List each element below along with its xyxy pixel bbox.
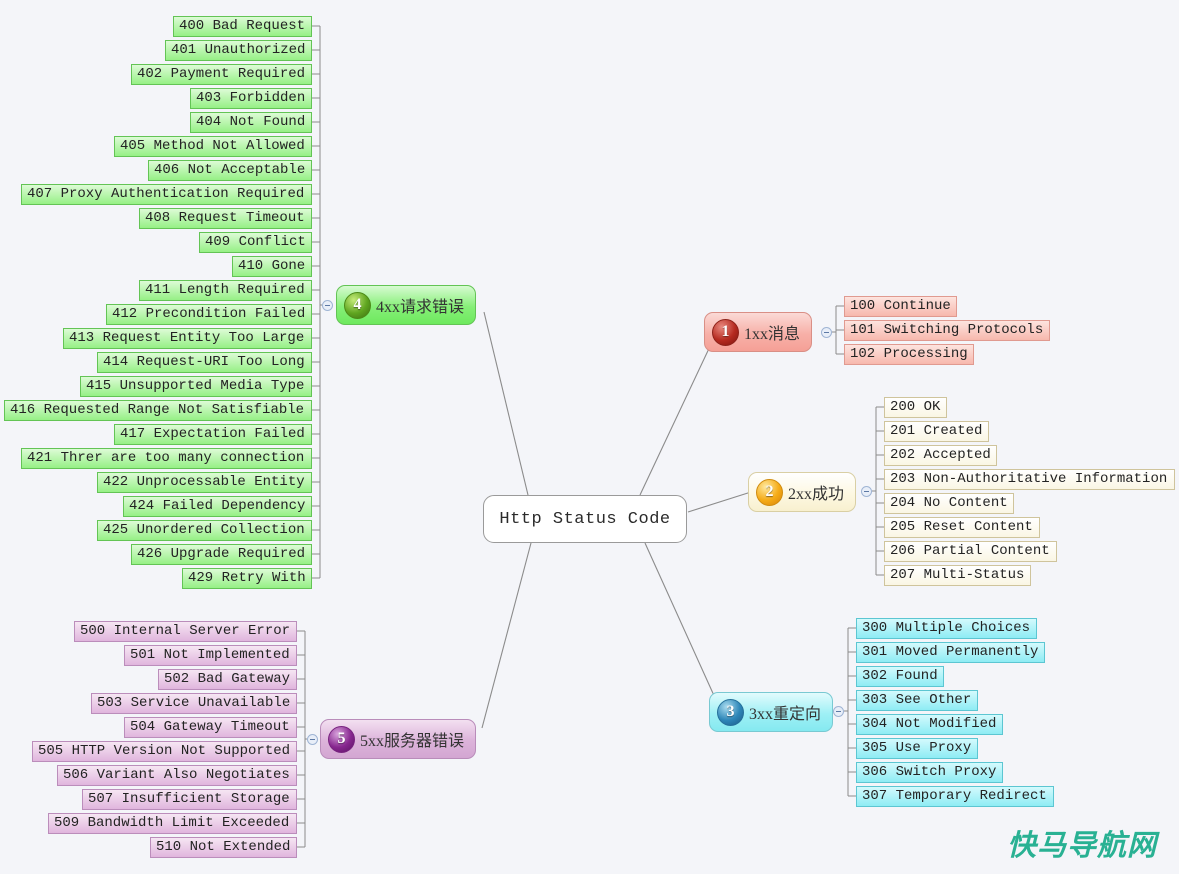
leaf-node[interactable]: 403 Forbidden [190,88,312,109]
wire-center-1xx [639,339,714,496]
leaf-node[interactable]: 421 Threr are too many connection [21,448,312,469]
leaf-node[interactable]: 201 Created [884,421,989,442]
leaf-node[interactable]: 506 Variant Also Negotiates [57,765,297,786]
leaf-node[interactable]: 301 Moved Permanently [856,642,1045,663]
badge-5: 5 [328,725,355,753]
leaf-node[interactable]: 100 Continue [844,296,957,317]
leaf-node[interactable]: 400 Bad Request [173,16,312,37]
leaf-node[interactable]: 505 HTTP Version Not Supported [32,741,297,762]
branch-node-3xx[interactable]: 3 3xx重定向 [709,692,834,732]
collapse-toggle-4xx[interactable] [322,300,333,311]
leaf-node[interactable]: 205 Reset Content [884,517,1040,538]
leaf-node[interactable]: 305 Use Proxy [856,738,978,759]
watermark-logo: 快马导航网 [1006,828,1157,862]
leaf-node[interactable]: 302 Found [856,666,944,687]
collapse-toggle-2xx[interactable] [861,486,872,497]
leaf-node[interactable]: 405 Method Not Allowed [114,136,312,157]
leaf-node[interactable]: 415 Unsupported Media Type [80,376,312,397]
leaf-node[interactable]: 304 Not Modified [856,714,1003,735]
leaf-node[interactable]: 504 Gateway Timeout [124,717,297,738]
leaf-node[interactable]: 407 Proxy Authentication Required [21,184,312,205]
badge-2: 2 [756,478,783,506]
leaf-node[interactable]: 300 Multiple Choices [856,618,1037,639]
branch-node-4xx[interactable]: 4 4xx请求错误 [336,285,477,325]
leaf-node[interactable]: 206 Partial Content [884,541,1057,562]
leaf-node[interactable]: 500 Internal Server Error [74,621,297,642]
leaf-node[interactable]: 417 Expectation Failed [114,424,312,445]
leaf-node[interactable]: 501 Not Implemented [124,645,297,666]
leaf-node[interactable]: 406 Not Acceptable [148,160,312,181]
leaf-node[interactable]: 202 Accepted [884,445,997,466]
leaf-node[interactable]: 416 Requested Range Not Satisfiable [4,400,312,421]
center-node[interactable]: Http Status Code [483,495,687,543]
leaf-node[interactable]: 429 Retry With [182,568,312,589]
leaf-node[interactable]: 507 Insufficient Storage [82,789,297,810]
leaf-node[interactable]: 203 Non-Authoritative Information [884,469,1175,490]
branch-label-2xx: 2xx成功 [788,486,845,503]
leaf-node[interactable]: 402 Payment Required [131,64,312,85]
leaf-node[interactable]: 414 Request-URI Too Long [97,352,312,373]
badge-4: 4 [344,291,371,319]
collapse-toggle-3xx[interactable] [833,706,844,717]
center-node-label: Http Status Code [499,509,671,529]
leaf-node[interactable]: 204 No Content [884,493,1014,514]
leaf-node[interactable]: 424 Failed Dependency [123,496,312,517]
leaf-node[interactable]: 426 Upgrade Required [131,544,312,565]
leaf-node[interactable]: 303 See Other [856,690,978,711]
branch-node-5xx[interactable]: 5 5xx服务器错误 [320,719,477,759]
leaf-node[interactable]: 425 Unordered Collection [97,520,312,541]
collapse-toggle-5xx[interactable] [307,734,318,745]
branch-node-1xx[interactable]: 1 1xx消息 [704,312,813,352]
wire-center-4xx [483,311,529,496]
leaf-node[interactable]: 503 Service Unavailable [91,693,297,714]
leaf-node[interactable]: 502 Bad Gateway [158,669,297,690]
leaf-node[interactable]: 307 Temporary Redirect [856,786,1054,807]
leaf-node[interactable]: 102 Processing [844,344,974,365]
collapse-toggle-1xx[interactable] [821,327,832,338]
leaf-node[interactable]: 422 Unprocessable Entity [97,472,312,493]
badge-3: 3 [717,698,744,726]
leaf-node[interactable]: 509 Bandwidth Limit Exceeded [48,813,297,834]
branch-label-3xx: 3xx重定向 [749,706,822,723]
leaf-node[interactable]: 404 Not Found [190,112,312,133]
leaf-node[interactable]: 409 Conflict [199,232,312,253]
branch-label-4xx: 4xx请求错误 [376,299,465,316]
wire-center-3xx [644,542,717,701]
leaf-node[interactable]: 410 Gone [232,256,312,277]
wire-center-2xx [687,491,752,513]
leaf-node[interactable]: 412 Precondition Failed [106,304,312,325]
leaf-node[interactable]: 411 Length Required [139,280,312,301]
branch-label-1xx: 1xx消息 [744,326,801,343]
wire-center-5xx [481,542,532,729]
leaf-node[interactable]: 408 Request Timeout [139,208,312,229]
mindmap-canvas: Http Status Code 1 1xx消息 2 2xx成功 3 3xx重定… [0,0,1179,874]
leaf-node[interactable]: 413 Request Entity Too Large [63,328,312,349]
leaf-node[interactable]: 207 Multi-Status [884,565,1031,586]
badge-1: 1 [712,318,739,346]
leaf-node[interactable]: 401 Unauthorized [165,40,312,61]
branch-node-2xx[interactable]: 2 2xx成功 [748,472,857,512]
leaf-node[interactable]: 200 OK [884,397,947,418]
branch-label-5xx: 5xx服务器错误 [360,733,465,750]
leaf-node[interactable]: 101 Switching Protocols [844,320,1050,341]
leaf-node[interactable]: 510 Not Extended [150,837,297,858]
leaf-node[interactable]: 306 Switch Proxy [856,762,1003,783]
